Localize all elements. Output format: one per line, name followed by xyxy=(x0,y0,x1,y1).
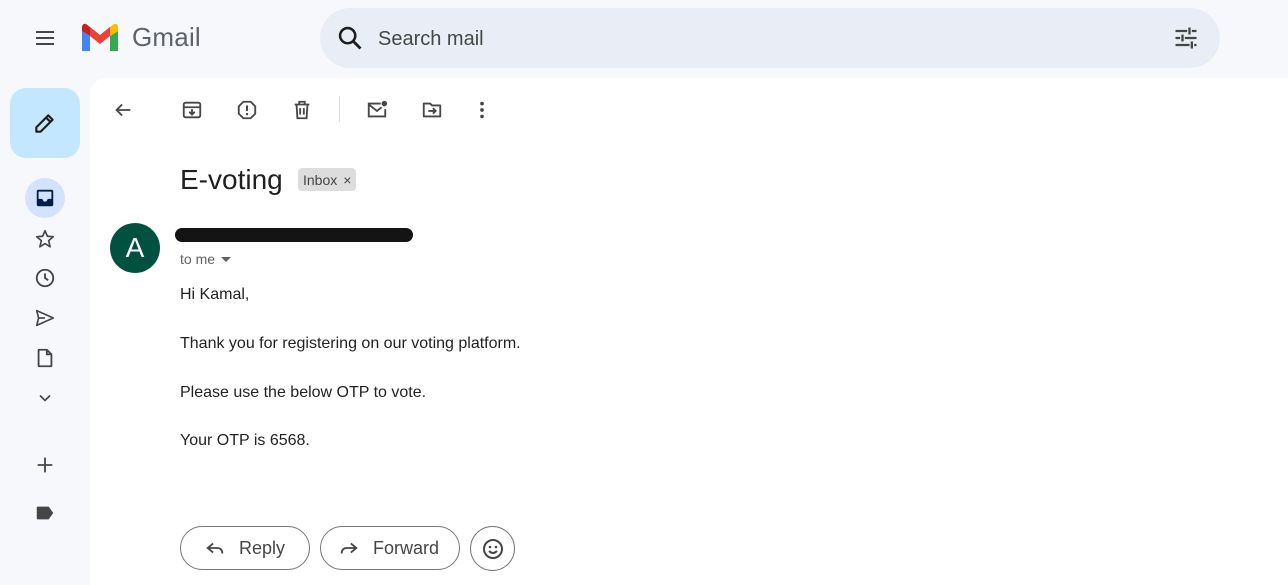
report-spam-button[interactable] xyxy=(229,92,265,128)
rail-sent[interactable] xyxy=(25,298,65,338)
rail-starred[interactable] xyxy=(25,219,65,259)
reply-label: Reply xyxy=(239,537,286,558)
email-subject: E-voting xyxy=(180,164,283,195)
sender-avatar[interactable]: A xyxy=(110,223,160,273)
rail-inbox[interactable] xyxy=(25,178,65,218)
delete-icon xyxy=(294,100,310,120)
gmail-logo-text: Gmail xyxy=(132,22,201,52)
remove-label-button[interactable]: × xyxy=(343,172,351,188)
toolbar-divider xyxy=(339,96,340,122)
email-body-line: Hi Kamal, xyxy=(180,286,250,303)
forward-icon xyxy=(340,542,358,554)
star-icon xyxy=(35,229,55,248)
rail-label[interactable] xyxy=(25,493,65,533)
search-input[interactable] xyxy=(376,8,1160,70)
archive-icon xyxy=(182,101,202,119)
compose-button[interactable] xyxy=(10,88,80,158)
forward-button[interactable]: Forward xyxy=(320,526,460,570)
pencil-icon xyxy=(35,114,54,133)
email-body-line: Please use the below OTP to vote. xyxy=(180,384,427,401)
emoji-reaction-button[interactable] xyxy=(470,526,515,571)
rail-create-label[interactable] xyxy=(25,445,65,485)
mark-unread-button[interactable] xyxy=(359,92,395,128)
top-bar: Gmail xyxy=(0,0,1288,76)
mark-unread-icon xyxy=(367,100,388,118)
smiley-icon xyxy=(482,538,503,559)
report-spam-icon xyxy=(237,100,257,120)
archive-button[interactable] xyxy=(174,92,210,128)
more-options-button[interactable] xyxy=(464,92,500,128)
chevron-down-icon xyxy=(39,394,51,402)
label-icon xyxy=(36,506,54,520)
gmail-m-icon xyxy=(82,23,118,51)
send-icon xyxy=(35,309,55,327)
inbox-label-chip[interactable]: Inbox × xyxy=(298,168,357,191)
delete-button[interactable] xyxy=(284,92,320,128)
inbox-icon xyxy=(36,189,54,207)
email-body-line: Thank you for registering on our voting … xyxy=(180,335,521,352)
draft-icon xyxy=(37,348,53,368)
back-icon xyxy=(115,103,131,117)
search-options-icon[interactable] xyxy=(1172,24,1200,52)
rail-more[interactable] xyxy=(25,378,65,418)
more-options-icon xyxy=(480,101,484,119)
forward-label: Forward xyxy=(373,537,440,558)
recipient-text: to me xyxy=(180,251,216,267)
plus-icon xyxy=(37,457,53,473)
reply-button[interactable]: Reply xyxy=(180,526,310,570)
reply-icon xyxy=(206,542,224,554)
clock-icon xyxy=(35,268,55,288)
hamburger-menu-icon xyxy=(36,31,54,45)
label-chip-text: Inbox xyxy=(303,171,338,188)
message-pane: E-voting Inbox × A to me Hi Kamal, Thank… xyxy=(90,78,1288,585)
email-body-line: Your OTP is 6568. xyxy=(180,432,310,449)
back-button[interactable] xyxy=(105,92,141,128)
gmail-logo[interactable]: Gmail xyxy=(80,22,201,53)
rail-snoozed[interactable] xyxy=(25,258,65,298)
sender-redaction-bar xyxy=(175,228,413,242)
caret-down-icon xyxy=(221,256,232,262)
search-bar[interactable] xyxy=(320,8,1220,70)
search-icon[interactable] xyxy=(336,24,364,52)
move-to-icon xyxy=(422,102,442,118)
rail-drafts[interactable] xyxy=(25,338,65,378)
move-to-button[interactable] xyxy=(414,92,450,128)
main-menu-button[interactable] xyxy=(25,18,65,58)
recipient-details-toggle[interactable]: to me xyxy=(180,251,232,267)
